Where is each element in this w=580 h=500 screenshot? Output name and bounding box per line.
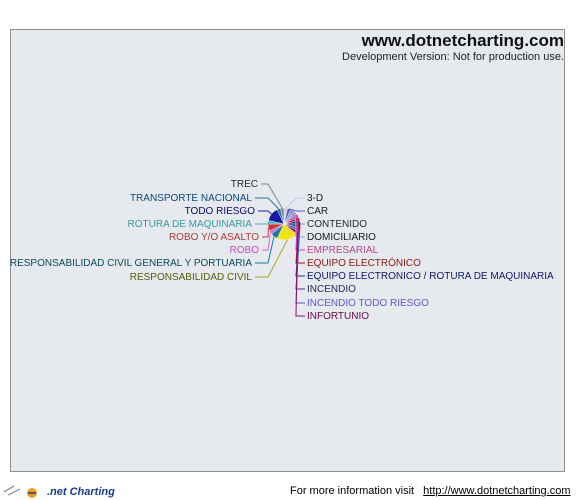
slice-label: INCENDIO TODO RIESGO (307, 298, 429, 309)
pie-labels: 3-DCARCONTENIDODOMICILIARIOEMPRESARIALEQ… (10, 179, 554, 322)
slice-label: TREC (231, 179, 258, 190)
label-leader-line (262, 232, 271, 251)
slice-label: INFORTUNIO (307, 311, 369, 322)
label-leader-line (255, 239, 289, 278)
label-leader-line (258, 210, 272, 215)
label-leader-line (285, 197, 305, 209)
slice-label: RESPONSABILIDAD CIVIL (130, 272, 253, 283)
footer-info: For more information visit http://www.do… (290, 485, 571, 497)
label-leader-line (261, 183, 283, 209)
slice-label: CAR (307, 206, 328, 217)
logo-text: .net Charting (47, 486, 115, 498)
label-leader-line (255, 222, 269, 225)
slice-label: EQUIPO ELECTRONICO / ROTURA DE MAQUINARI… (307, 271, 554, 282)
label-leader-line (262, 227, 269, 238)
slice-label: ROBO (230, 245, 260, 256)
slice-label: DOMICILIARIO (307, 232, 376, 243)
footer-info-text: For more information visit (290, 485, 415, 497)
slice-label: 3-D (307, 193, 323, 204)
label-leader-line (255, 197, 280, 210)
slice-label: TODO RIESGO (185, 206, 256, 217)
dotnetcharting-logo-icon (3, 485, 37, 498)
slice-label: INCENDIO (307, 284, 356, 295)
slice-label: TRANSPORTE NACIONAL (130, 193, 252, 204)
slice-label: CONTENIDO (307, 219, 367, 230)
slice-label: EMPRESARIAL (307, 245, 379, 256)
slice-label: EQUIPO ELECTRÓNICO (307, 256, 421, 269)
slice-label: ROBO Y/O ASALTO (169, 232, 259, 243)
slice-label: ROTURA DE MAQUINARIA (128, 219, 253, 230)
slice-label: RESPONSABILIDAD CIVIL GENERAL Y PORTUARI… (10, 258, 252, 269)
footer-link[interactable]: http://www.dotnetcharting.com (423, 485, 570, 497)
pie-chart: 3-DCARCONTENIDODOMICILIARIOEMPRESARIALEQ… (10, 179, 554, 322)
